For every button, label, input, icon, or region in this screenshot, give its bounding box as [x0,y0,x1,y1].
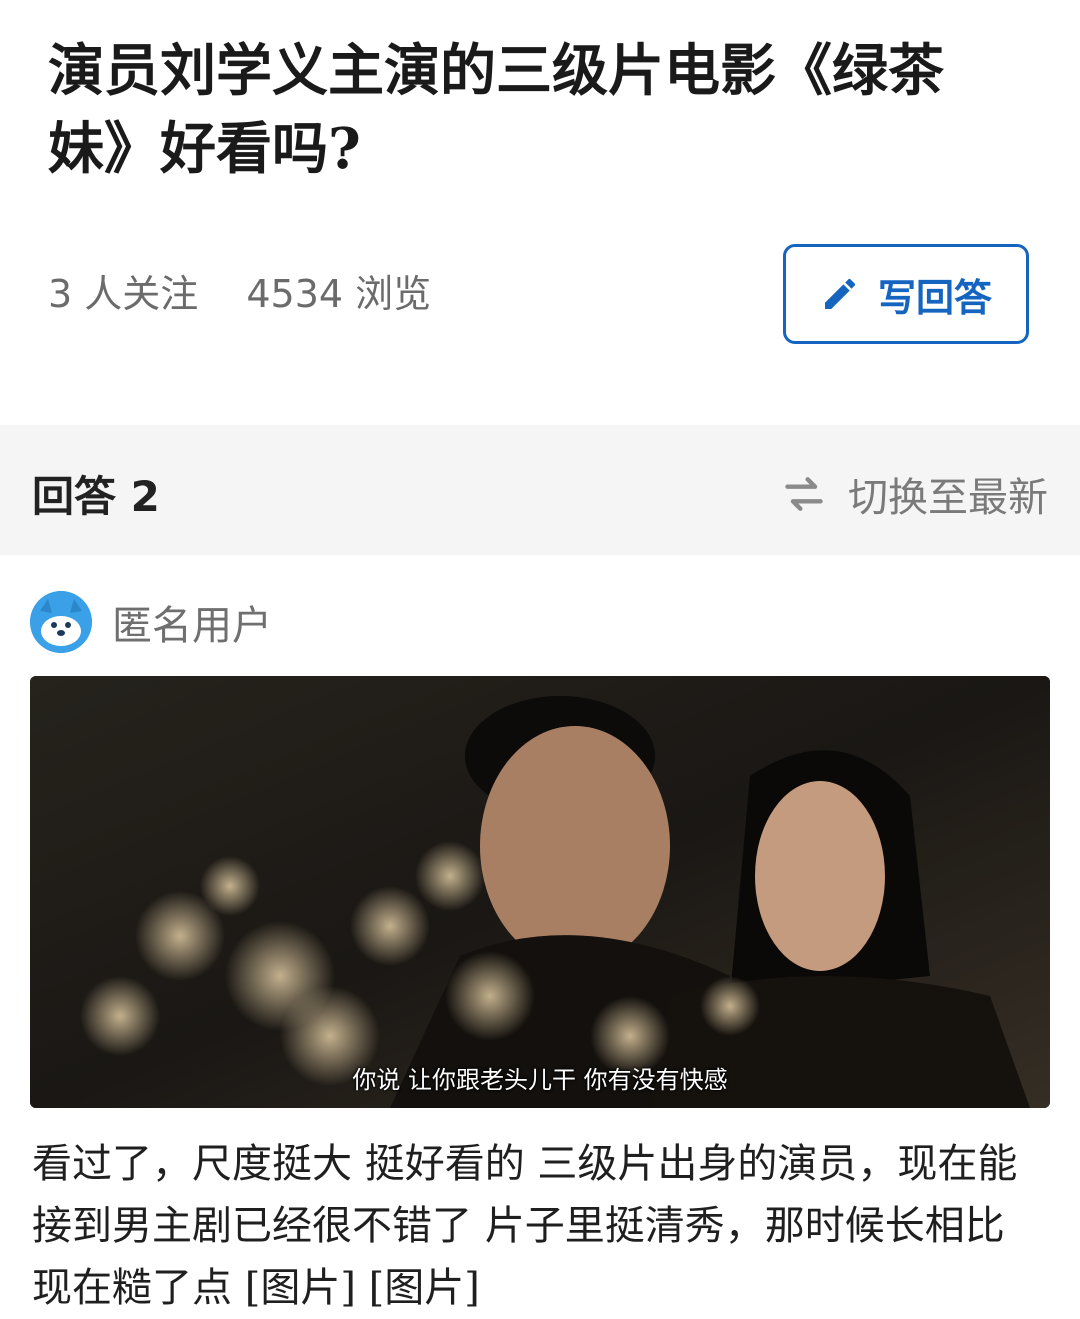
question-header: 演员刘学义主演的三级片电影《绿茶妹》好看吗? 3 人关注 4534 浏览 写回答 [0,0,1080,425]
write-answer-button[interactable]: 写回答 [783,244,1029,344]
followers-count: 3 人关注 [48,272,199,316]
question-meta: 3 人关注 4534 浏览 [48,268,467,320]
image-subtitle: 你说 让你跟老头儿干 你有没有快感 [352,1066,728,1094]
answer-text[interactable]: 看过了，尺度挺大 挺好看的 三级片出身的演员，现在能接到男主剧已经很不错了 片子… [32,1133,1042,1319]
write-answer-label: 写回答 [877,275,992,320]
sort-toggle-label: 切换至最新 [848,475,1048,521]
swap-arrows-icon [785,477,823,511]
movie-still-image [30,676,1050,1108]
answers-bar: 回答 2 切换至最新 [0,425,1080,555]
author-row[interactable]: 匿名用户 [30,591,272,653]
views-count: 4534 浏览 [246,272,432,316]
answers-count: 回答 2 [32,472,160,521]
answer-image[interactable]: 你说 让你跟老头儿干 你有没有快感 [30,676,1050,1108]
question-title: 演员刘学义主演的三级片电影《绿茶妹》好看吗? [48,38,944,182]
answer-card: 匿名用户 你说 让你跟老头儿干 你有没有快感 看过了，尺度挺大 挺好看的 三级片… [0,555,1080,1311]
pencil-icon [824,278,855,309]
sort-toggle-button[interactable]: 切换至最新 [782,465,1048,523]
author-name[interactable]: 匿名用户 [112,593,272,651]
anonymous-avatar-icon[interactable] [30,591,92,653]
